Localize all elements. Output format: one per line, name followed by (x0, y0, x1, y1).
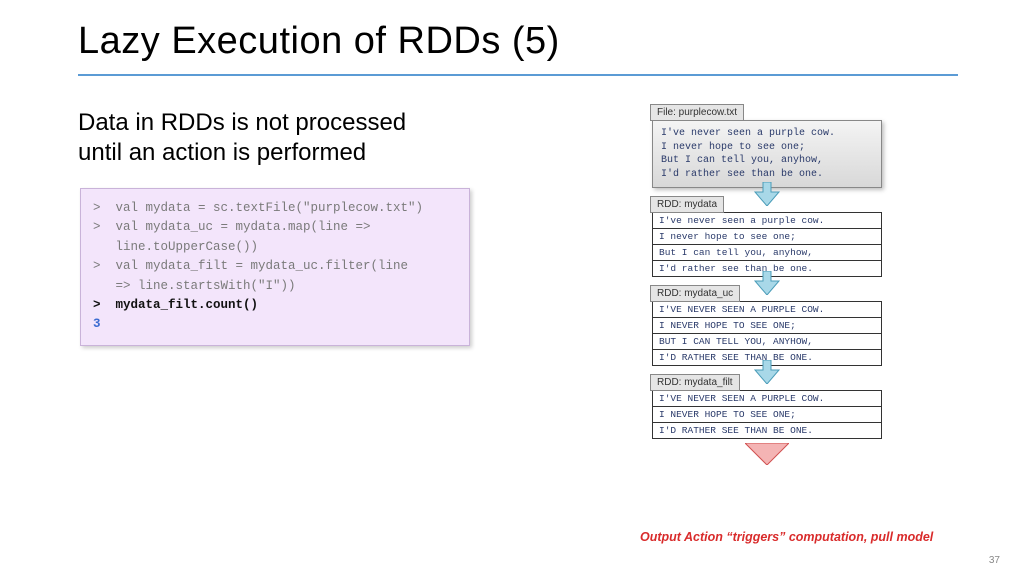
rdd-box-mydata-uc: I'VE NEVER SEEN A PURPLE COW. I NEVER HO… (652, 301, 882, 366)
code-output: 3 (93, 315, 457, 334)
subtitle-line-1: Data in RDDs is not processed (78, 109, 406, 136)
subtitle-line-2: until an action is performed (78, 139, 366, 166)
rdd-row: I NEVER HOPE TO SEE ONE; (653, 407, 881, 423)
file-line: I'd rather see than be one. (661, 168, 873, 182)
code-line: => line.startsWith("I")) (93, 277, 457, 296)
title-rule (78, 74, 958, 76)
rdd-label: RDD: mydata_uc (650, 285, 740, 302)
file-line: But I can tell you, anyhow, (661, 154, 873, 168)
file-line: I never hope to see one; (661, 141, 873, 155)
code-line: > val mydata = sc.textFile("purplecow.tx… (93, 199, 457, 218)
rdd-row: I'VE NEVER SEEN A PURPLE COW. (653, 302, 881, 318)
code-line-active: > mydata_filt.count() (93, 296, 457, 315)
code-line: > val mydata_filt = mydata_uc.filter(lin… (93, 257, 457, 276)
code-block: > val mydata = sc.textFile("purplecow.tx… (80, 188, 470, 346)
subtitle: Data in RDDs is not processed until an a… (78, 108, 406, 168)
output-arrow-icon (652, 443, 882, 470)
rdd-row: I never hope to see one; (653, 229, 881, 245)
rdd-label: RDD: mydata (650, 196, 724, 213)
rdd-diagram: File: purplecow.txt I've never seen a pu… (652, 102, 952, 470)
code-line: > val mydata_uc = mydata.map(line => (93, 218, 457, 237)
rdd-row: But I can tell you, anyhow, (653, 245, 881, 261)
rdd-row: I've never seen a purple cow. (653, 213, 881, 229)
caption-text: Output Action “triggers” computation, pu… (640, 530, 933, 544)
rdd-row: I'VE NEVER SEEN A PURPLE COW. (653, 391, 881, 407)
rdd-box-mydata-filt: I'VE NEVER SEEN A PURPLE COW. I NEVER HO… (652, 390, 882, 439)
rdd-row: I NEVER HOPE TO SEE ONE; (653, 318, 881, 334)
rdd-row: I'D RATHER SEE THAN BE ONE. (653, 423, 881, 438)
file-box: I've never seen a purple cow. I never ho… (652, 120, 882, 188)
code-line: line.toUpperCase()) (93, 238, 457, 257)
slide-title: Lazy Execution of RDDs (5) (78, 20, 560, 63)
file-label: File: purplecow.txt (650, 104, 744, 121)
page-number: 37 (989, 555, 1000, 566)
rdd-box-mydata: I've never seen a purple cow. I never ho… (652, 212, 882, 277)
rdd-row: BUT I CAN TELL YOU, ANYHOW, (653, 334, 881, 350)
file-line: I've never seen a purple cow. (661, 127, 873, 141)
rdd-label: RDD: mydata_filt (650, 374, 740, 391)
